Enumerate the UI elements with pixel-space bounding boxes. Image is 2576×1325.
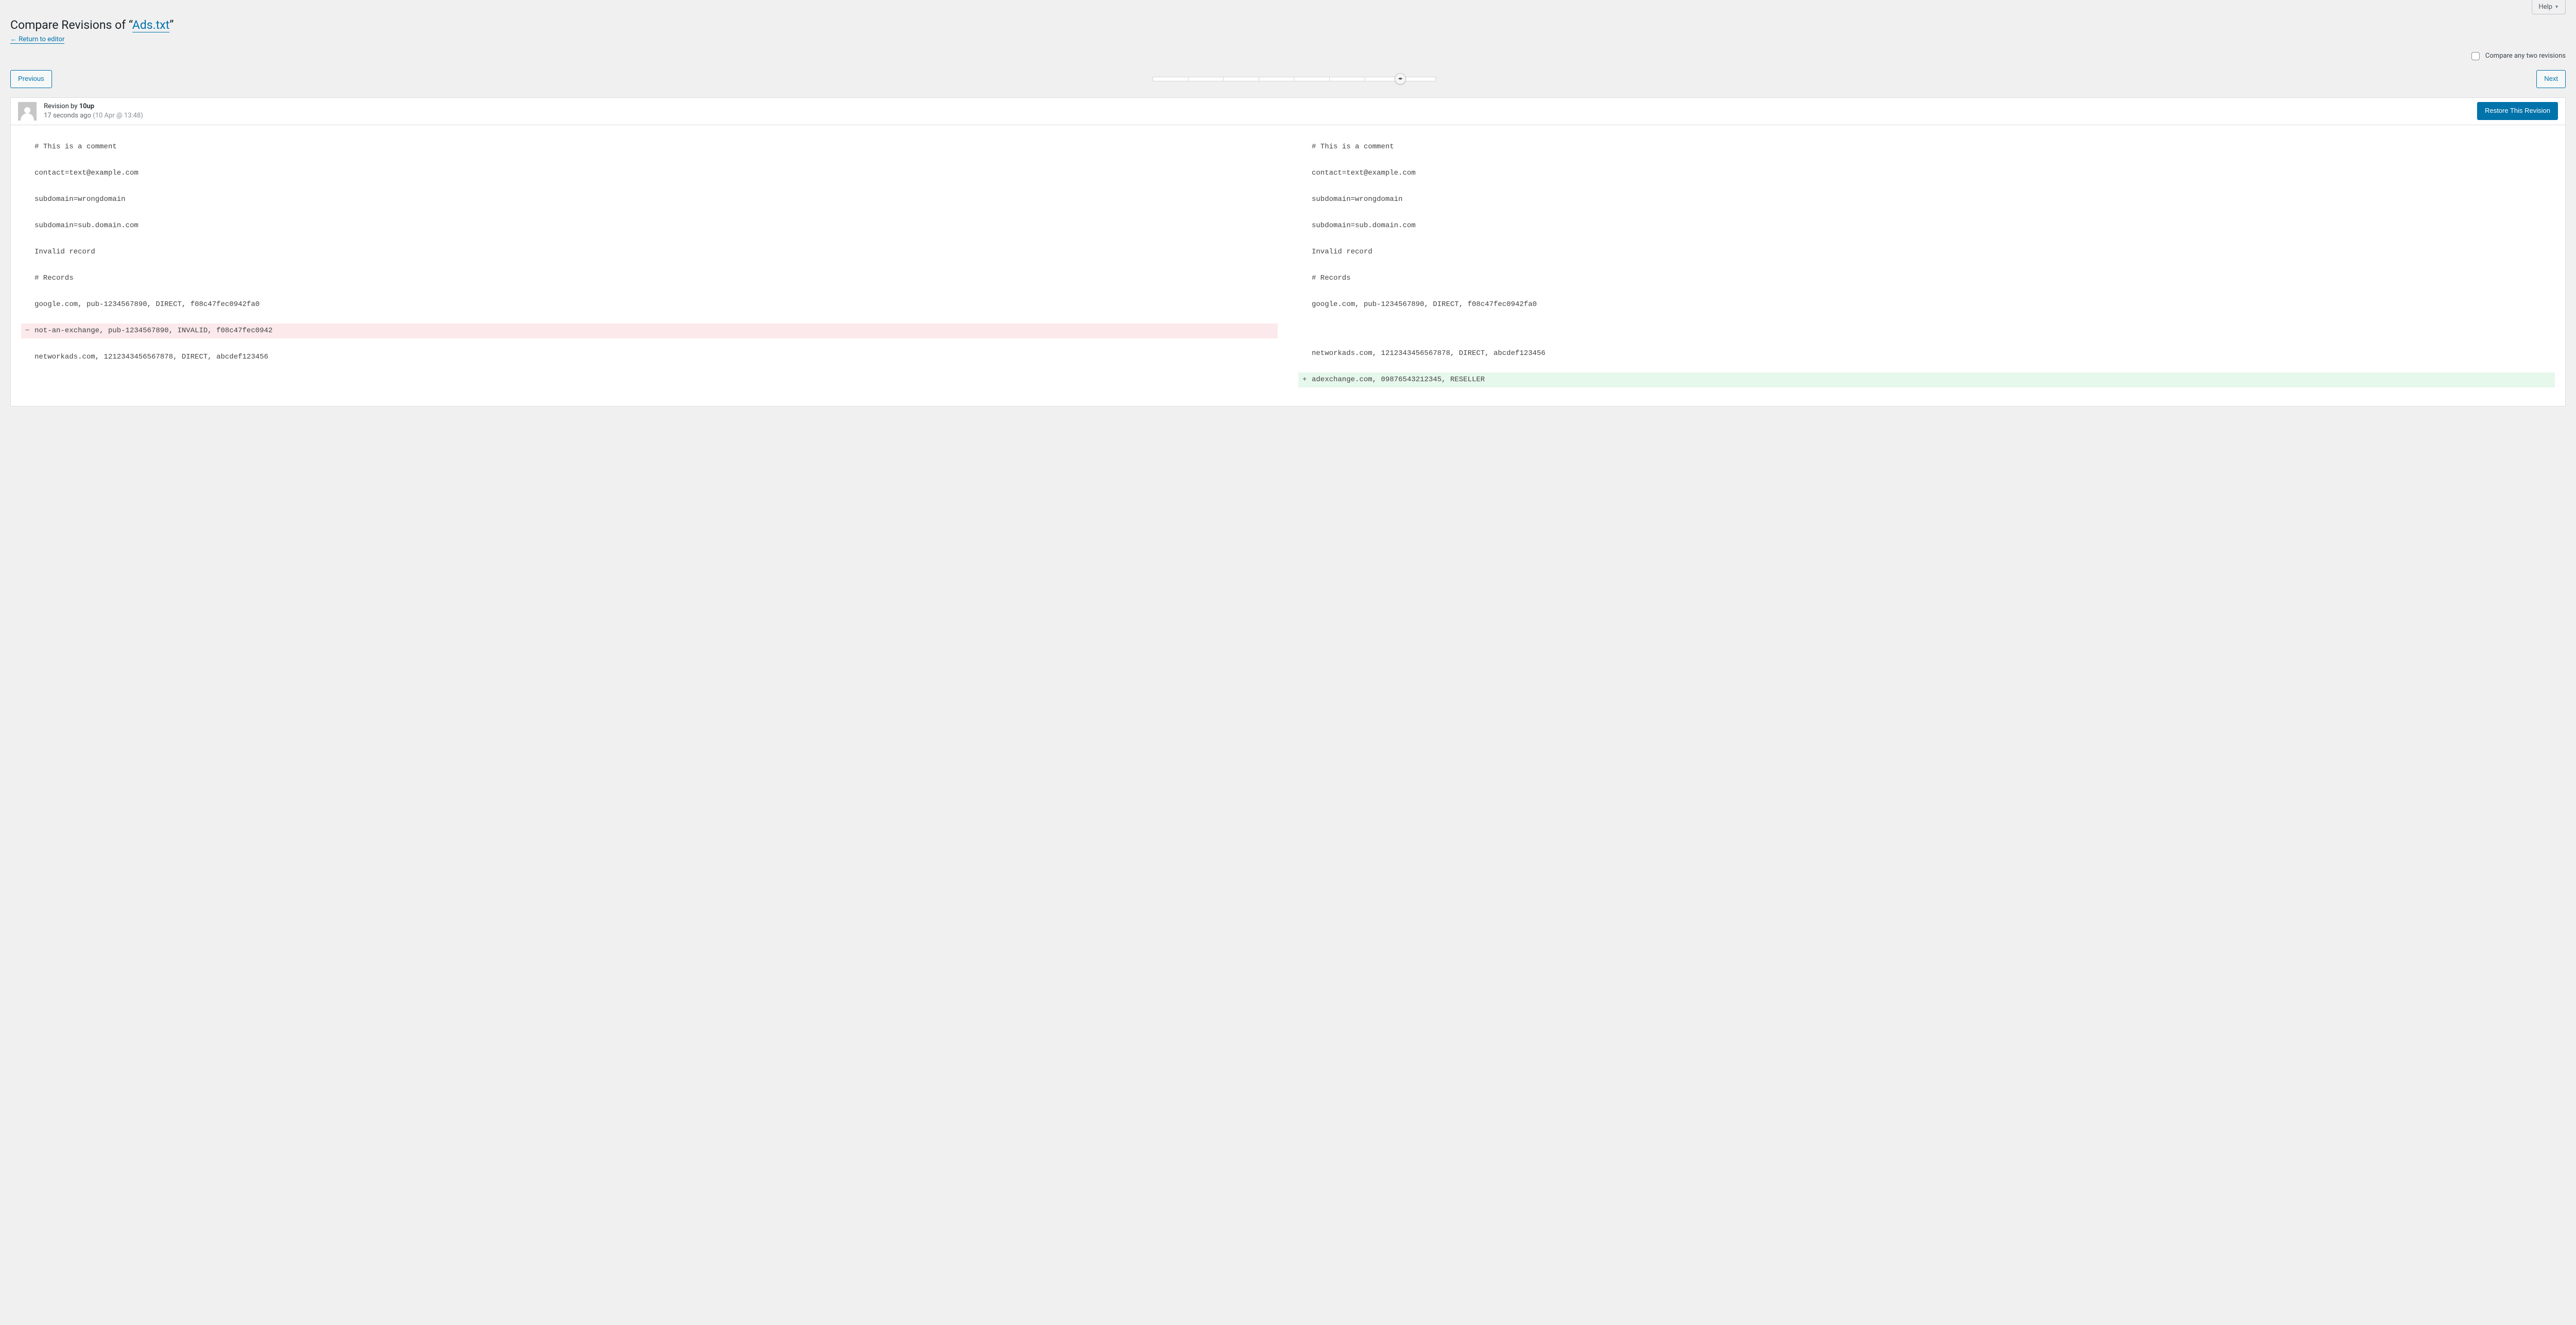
- revision-time-rel: 17 seconds ago: [44, 112, 91, 120]
- revision-time-abs: (10 Apr @ 13:48): [93, 112, 143, 120]
- next-button[interactable]: Next: [2536, 70, 2566, 88]
- diff-line: Invalid record: [1298, 245, 2555, 260]
- page-title: Compare Revisions of “Ads.txt”: [10, 18, 2566, 33]
- diff-line-removed: not-an-exchange, pub-1234567890, INVALID…: [21, 324, 1278, 338]
- diff-line: subdomain=sub.domain.com: [1298, 218, 2555, 233]
- diff-line-added: adexchange.com, 09876543212345, RESELLER: [1298, 372, 2555, 387]
- revision-author: 10up: [79, 103, 94, 110]
- compare-two-label[interactable]: Compare any two revisions: [2485, 52, 2566, 60]
- chevron-down-icon: ▼: [2554, 4, 2559, 10]
- diff-line: networkads.com, 1212343456567878, DIRECT…: [21, 350, 1278, 365]
- revision-meta-bar: Revision by 10up 17 seconds ago (10 Apr …: [10, 97, 2566, 125]
- diff-line: networkads.com, 1212343456567878, DIRECT…: [1298, 346, 2555, 361]
- revision-slider-handle[interactable]: ◂▸: [1395, 73, 1406, 84]
- diff-line: # Records: [21, 271, 1278, 286]
- revision-time: 17 seconds ago (10 Apr @ 13:48): [44, 111, 143, 121]
- diff-panel: # This is a comment contact=text@example.…: [10, 125, 2566, 406]
- drag-icon: ◂▸: [1398, 76, 1403, 81]
- diff-line: subdomain=wrongdomain: [21, 192, 1278, 207]
- revision-by-prefix: Revision by: [44, 103, 79, 110]
- diff-line: google.com, pub-1234567890, DIRECT, f08c…: [1298, 297, 2555, 312]
- revision-slider[interactable]: ◂▸: [1153, 73, 1436, 85]
- diff-right-column: # This is a comment contact=text@example.…: [1298, 140, 2555, 387]
- page-title-link[interactable]: Ads.txt: [132, 18, 170, 32]
- page-title-prefix: Compare Revisions of “: [10, 18, 132, 32]
- restore-revision-button[interactable]: Restore This Revision: [2477, 102, 2558, 120]
- diff-left-column: # This is a comment contact=text@example.…: [21, 140, 1278, 387]
- diff-line: contact=text@example.com: [1298, 166, 2555, 181]
- compare-two-checkbox[interactable]: [2471, 52, 2480, 60]
- diff-line: subdomain=wrongdomain: [1298, 192, 2555, 207]
- diff-line: # Records: [1298, 271, 2555, 286]
- revision-by-line: Revision by 10up: [44, 102, 143, 111]
- help-tab[interactable]: Help ▼: [2532, 0, 2566, 14]
- diff-line: # This is a comment: [1298, 140, 2555, 155]
- page-title-suffix: ”: [170, 18, 174, 32]
- diff-line: google.com, pub-1234567890, DIRECT, f08c…: [21, 297, 1278, 312]
- avatar: [18, 102, 37, 121]
- diff-line: Invalid record: [21, 245, 1278, 260]
- diff-line: subdomain=sub.domain.com: [21, 218, 1278, 233]
- previous-button[interactable]: Previous: [10, 70, 52, 88]
- diff-line: contact=text@example.com: [21, 166, 1278, 181]
- diff-line: # This is a comment: [21, 140, 1278, 155]
- help-tab-label: Help: [2538, 3, 2552, 11]
- revision-slider-track: [1153, 77, 1436, 81]
- return-to-editor-link[interactable]: ← Return to editor: [10, 36, 64, 44]
